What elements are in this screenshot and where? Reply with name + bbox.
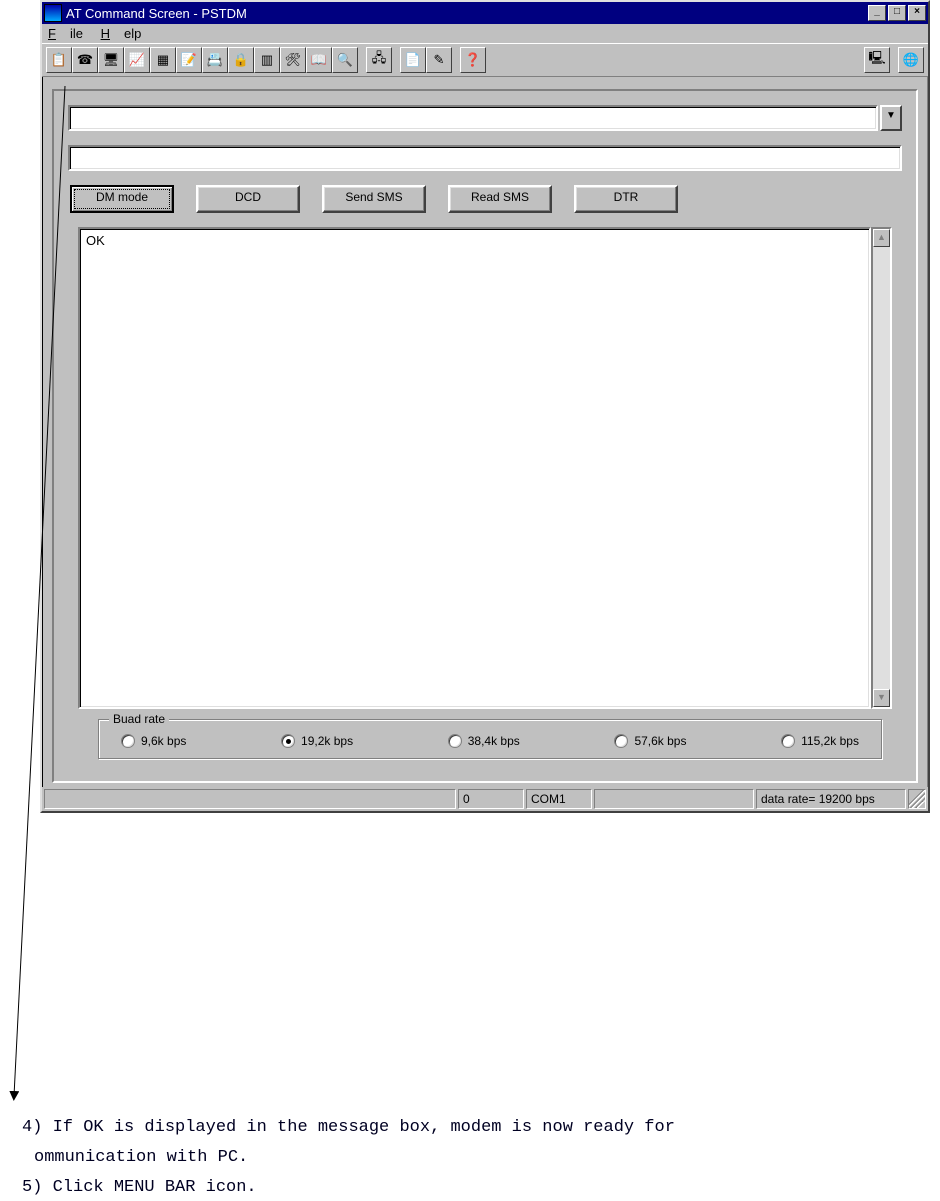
toolbar-btn-15[interactable]: ✎ [426,47,452,73]
app-window: AT Command Screen - PSTDM _ □ × File Hel… [40,0,930,813]
main-panel: ▼ DM mode DCD Send SMS Read SMS DTR OK ▲… [52,89,918,783]
output-box[interactable]: OK [78,227,871,709]
combo-dropdown-button[interactable]: ▼ [880,105,902,131]
scroll-track[interactable] [873,247,890,689]
command-combo[interactable] [68,105,878,131]
statusbar: 0 COM1 data rate= 19200 bps [42,787,928,811]
toolbar-btn-help[interactable]: ❓ [460,47,486,73]
dm-mode-button[interactable]: DM mode [70,185,174,213]
toolbar-btn-5[interactable]: ▦ [150,47,176,73]
baud-radio-4[interactable]: 115,2k bps [781,734,859,748]
window-title: AT Command Screen - PSTDM [66,6,866,21]
maximize-button[interactable]: □ [888,5,906,21]
toolbar-btn-2[interactable]: ☎ [72,47,98,73]
caption-line-1: 4) If OK is displayed in the message box… [22,1115,675,1141]
baud-radio-0[interactable]: 9,6k bps [121,734,186,748]
toolbar-btn-12[interactable]: 🔍 [332,47,358,73]
command-input[interactable] [68,145,902,171]
radio-dot-icon [614,734,628,748]
radio-dot-icon [448,734,462,748]
menubar: File Help [42,24,928,43]
baud-radio-label: 38,4k bps [468,734,520,748]
titlebar[interactable]: AT Command Screen - PSTDM _ □ × [42,2,928,24]
toolbar-btn-7[interactable]: 📇 [202,47,228,73]
status-port: COM1 [526,789,592,809]
toolbar-btn-6[interactable]: 📝 [176,47,202,73]
scroll-down-icon[interactable]: ▼ [873,689,890,707]
baud-radio-label: 57,6k bps [634,734,686,748]
caption-line-3: 5) Click MENU BAR icon. [22,1175,257,1201]
baud-radio-1[interactable]: 19,2k bps [281,734,353,748]
status-spacer [44,789,456,809]
toolbar-btn-1[interactable]: 📋 [46,47,72,73]
baud-radio-3[interactable]: 57,6k bps [614,734,686,748]
menu-help[interactable]: Help [101,26,142,41]
baud-radio-label: 9,6k bps [141,734,186,748]
toolbar: 📋 ☎ 🖥 📈 ▦ 📝 📇 🔒 ▥ 🛠 📖 🔍 🖧 📄 ✎ ❓ 🖳 🌐 [42,43,928,77]
dcd-button[interactable]: DCD [196,185,300,213]
toolbar-btn-right-2[interactable]: 🌐 [898,47,924,73]
status-counter: 0 [458,789,524,809]
button-row: DM mode DCD Send SMS Read SMS DTR [68,185,902,213]
baud-radio-label: 19,2k bps [301,734,353,748]
toolbar-btn-4[interactable]: 📈 [124,47,150,73]
toolbar-btn-11[interactable]: 📖 [306,47,332,73]
caption-line-2: ommunication with PC. [34,1145,248,1171]
radio-dot-icon [281,734,295,748]
baud-rate-group: Buad rate 9,6k bps19,2k bps38,4k bps57,6… [98,719,882,759]
toolbar-btn-14[interactable]: 📄 [400,47,426,73]
radio-dot-icon [781,734,795,748]
toolbar-btn-9[interactable]: ▥ [254,47,280,73]
baud-rate-legend: Buad rate [109,712,169,726]
send-sms-button[interactable]: Send SMS [322,185,426,213]
resize-grip[interactable] [908,789,926,809]
read-sms-button[interactable]: Read SMS [448,185,552,213]
minimize-button[interactable]: _ [868,5,886,21]
status-rate: data rate= 19200 bps [756,789,906,809]
client-area: ▼ DM mode DCD Send SMS Read SMS DTR OK ▲… [42,77,928,787]
toolbar-btn-right-1[interactable]: 🖳 [864,47,890,73]
toolbar-btn-8[interactable]: 🔒 [228,47,254,73]
scroll-up-icon[interactable]: ▲ [873,229,890,247]
baud-radio-2[interactable]: 38,4k bps [448,734,520,748]
menu-file[interactable]: File [48,26,83,41]
status-blank [594,789,754,809]
toolbar-btn-3[interactable]: 🖥 [98,47,124,73]
baud-radio-label: 115,2k bps [801,734,859,748]
radio-dot-icon [121,734,135,748]
output-scrollbar[interactable]: ▲ ▼ [871,227,892,709]
toolbar-btn-13[interactable]: 🖧 [366,47,392,73]
close-button[interactable]: × [908,5,926,21]
app-icon [44,4,62,22]
dtr-button[interactable]: DTR [574,185,678,213]
toolbar-btn-10[interactable]: 🛠 [280,47,306,73]
